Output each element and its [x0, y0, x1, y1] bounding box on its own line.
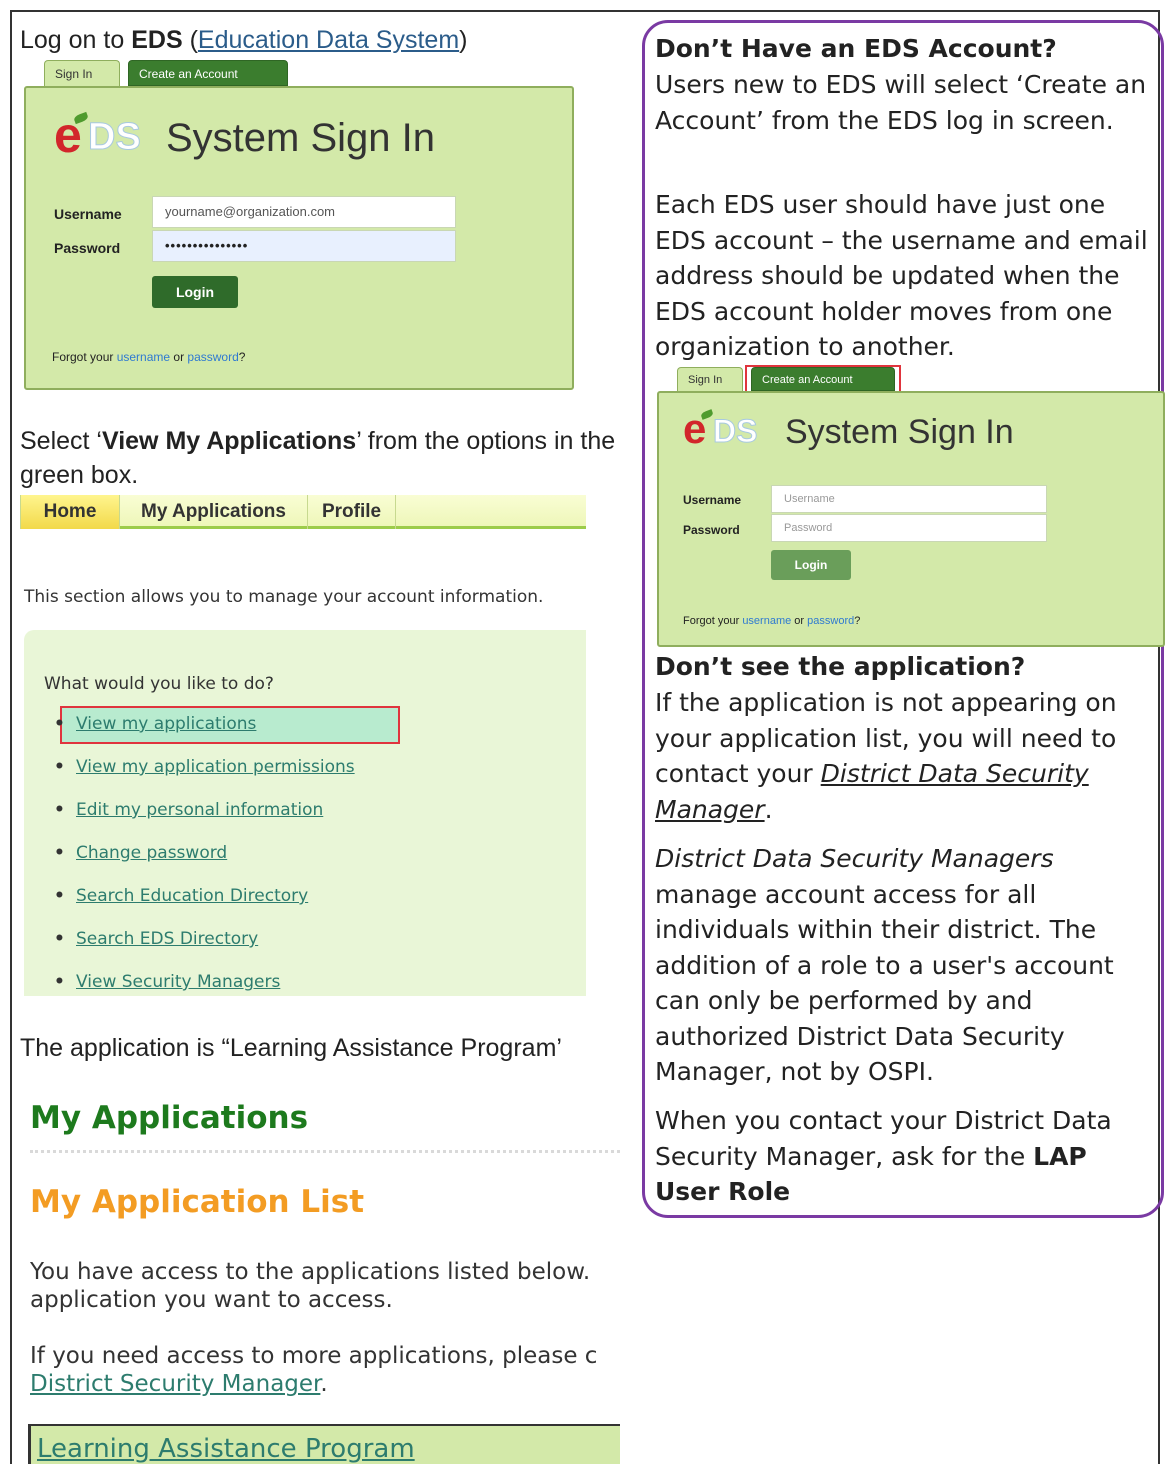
- eds-logo-ds: DS: [88, 116, 142, 159]
- district-security-manager-link[interactable]: District Security Manager: [30, 1371, 320, 1397]
- options-question: What would you like to do?: [44, 674, 274, 694]
- forgot-credentials: Forgot your username or password?: [52, 350, 245, 364]
- select-bold: View My Applications: [101, 427, 357, 455]
- menu-home[interactable]: Home: [20, 495, 120, 529]
- option-label: Change password: [76, 843, 228, 863]
- signin-title: System Sign In: [166, 116, 436, 160]
- option-label: Edit my personal information: [76, 800, 324, 820]
- signin-title-2: System Sign In: [785, 413, 1014, 451]
- menu-profile[interactable]: Profile: [308, 495, 396, 529]
- option-edit-personal-info[interactable]: • Edit my personal information: [54, 800, 324, 820]
- password-field-2[interactable]: Password: [771, 514, 1047, 542]
- select-prefix: Select ‘: [20, 427, 102, 455]
- application-row: Learning Assistance Program: [28, 1424, 620, 1464]
- menu-my-applications[interactable]: My Applications: [120, 495, 308, 529]
- forgot-or: or: [170, 350, 188, 364]
- signin-panel-2: e DS System Sign In Username Username Pa…: [657, 391, 1165, 647]
- eds-logo: e: [54, 107, 82, 163]
- signin-tabs-2: Sign In Create an Account: [657, 367, 1165, 391]
- eds-logo-ds-2: DS: [712, 413, 758, 450]
- eds-logo-2: e: [683, 405, 707, 452]
- option-label: View my application permissions: [76, 757, 355, 777]
- forgot-or: or: [791, 615, 808, 627]
- username-label-2: Username: [683, 493, 742, 507]
- option-label: Search Education Directory: [76, 886, 309, 906]
- intro-paren-close: ): [459, 26, 468, 54]
- bullet-icon: •: [54, 972, 65, 992]
- my-application-list-heading: My Application List: [30, 1184, 365, 1220]
- bullet-icon: •: [54, 929, 65, 949]
- option-label: Search EDS Directory: [76, 929, 259, 949]
- access-line-1: You have access to the applications list…: [30, 1259, 591, 1285]
- signin-panel: e DS System Sign In Username yourname@or…: [24, 86, 574, 390]
- para-contact-manager: If the application is not appearing on y…: [655, 685, 1155, 827]
- username-field[interactable]: yourname@organization.com: [152, 196, 456, 228]
- para-new-users: Users new to EDS will select ‘Create an …: [655, 70, 1147, 135]
- more-access-text: If you need access to more applications,…: [30, 1342, 630, 1398]
- heading-no-application: Don’t see the application?: [655, 652, 1026, 681]
- login-button-2[interactable]: Login: [771, 550, 851, 580]
- forgot-password-link-2[interactable]: password: [807, 615, 854, 627]
- access-text: You have access to the applications list…: [30, 1258, 630, 1314]
- option-search-eds-directory[interactable]: • Search EDS Directory: [54, 929, 259, 949]
- forgot-credentials-2: Forgot your username or password?: [683, 615, 860, 627]
- more-period: .: [320, 1371, 328, 1397]
- signin-tabs: Sign In Create an Account: [24, 60, 576, 86]
- option-view-permissions[interactable]: • View my application permissions: [54, 757, 355, 777]
- my-applications-heading: My Applications: [30, 1100, 309, 1136]
- login-intro: Log on to EDS (Education Data System): [20, 22, 467, 58]
- application-line: The application is “Learning Assistance …: [20, 1034, 562, 1062]
- lap-application-link[interactable]: Learning Assistance Program: [37, 1434, 415, 1464]
- login-button[interactable]: Login: [152, 276, 238, 308]
- bullet-icon: •: [54, 714, 65, 734]
- menu-bar: Home My Applications Profile: [20, 495, 586, 529]
- forgot-username-link[interactable]: username: [117, 350, 170, 364]
- option-label: View my applications: [76, 714, 257, 734]
- option-label: View Security Managers: [76, 972, 281, 992]
- select-instruction: Select ‘View My Applications’ from the o…: [20, 424, 620, 492]
- forgot-username-link-2[interactable]: username: [742, 615, 791, 627]
- intro-text: Log on to: [20, 26, 132, 54]
- signin-widget-2: Sign In Create an Account e DS System Si…: [657, 365, 1165, 647]
- more-line-1: If you need access to more applications,…: [30, 1343, 598, 1369]
- option-search-education-directory[interactable]: • Search Education Directory: [54, 886, 309, 906]
- password-field[interactable]: •••••••••••••••: [152, 230, 456, 262]
- tab-sign-in[interactable]: Sign In: [44, 60, 120, 86]
- option-view-applications[interactable]: • View my applications: [54, 714, 257, 734]
- option-view-security-managers[interactable]: • View Security Managers: [54, 972, 281, 992]
- username-label: Username: [54, 206, 122, 222]
- password-label: Password: [54, 240, 121, 256]
- intro-eds: EDS: [131, 26, 183, 54]
- para3-suffix: .: [764, 794, 773, 824]
- para4-italic: District Data Security Managers: [655, 844, 1054, 873]
- create-account-highlight: [745, 365, 901, 393]
- bullet-icon: •: [54, 800, 65, 820]
- para4-rest: manage account access for all individual…: [655, 879, 1114, 1087]
- forgot-password-link[interactable]: password: [187, 350, 238, 364]
- eds-link[interactable]: Education Data System: [198, 26, 459, 54]
- section-description: This section allows you to manage your a…: [24, 587, 544, 607]
- password-label-2: Password: [683, 523, 740, 537]
- forgot-suffix: ?: [854, 615, 861, 627]
- tab-create-account[interactable]: Create an Account: [128, 60, 288, 86]
- forgot-prefix: Forgot your: [52, 350, 117, 364]
- options-panel: What would you like to do? • View my appl…: [24, 630, 586, 996]
- forgot-suffix: ?: [238, 350, 246, 364]
- username-field-2[interactable]: Username: [771, 485, 1047, 513]
- divider: [30, 1150, 620, 1153]
- heading-no-account: Don’t Have an EDS Account?: [655, 34, 1057, 63]
- para-managers: District Data Security Managers manage a…: [655, 841, 1155, 1090]
- info-panel: Don’t Have an EDS Account? Users new to …: [642, 20, 1165, 1218]
- bullet-icon: •: [54, 757, 65, 777]
- signin-widget: Sign In Create an Account e DS System Si…: [24, 60, 576, 390]
- bullet-icon: •: [54, 886, 65, 906]
- intro-paren-open: (: [182, 26, 198, 54]
- tab-sign-in-2[interactable]: Sign In: [677, 367, 743, 391]
- bullet-icon: •: [54, 843, 65, 863]
- para-one-account: Each EDS user should have just one EDS a…: [655, 190, 1148, 361]
- para-lap-role: When you contact your District Data Secu…: [655, 1103, 1155, 1210]
- option-change-password[interactable]: • Change password: [54, 843, 228, 863]
- access-line-2: application you want to access.: [30, 1287, 393, 1313]
- forgot-prefix: Forgot your: [683, 615, 743, 627]
